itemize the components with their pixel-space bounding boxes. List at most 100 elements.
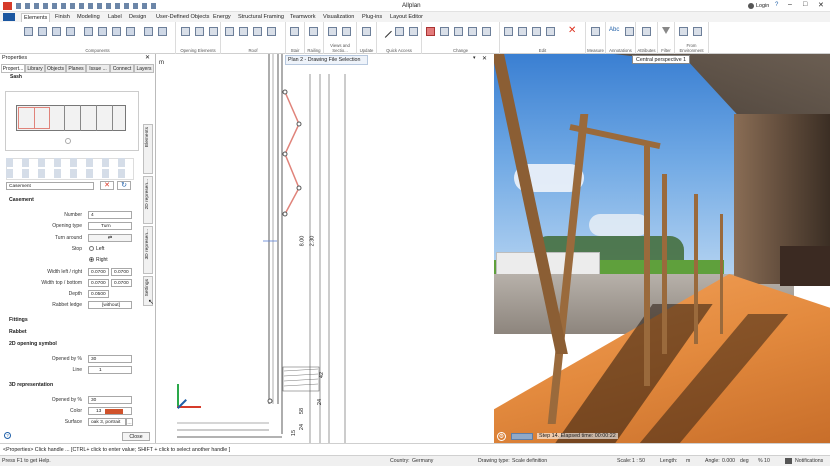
line-dropdown[interactable]: 1 [88,366,132,374]
width-left-field[interactable]: 0.0700 [88,268,109,276]
number-field[interactable]: 4 [88,211,132,219]
angle-value[interactable]: 0.000 [722,458,735,464]
maximize-button[interactable]: □ [803,1,807,8]
rabbet-section-header[interactable]: Rabbet [9,329,27,335]
vtab-2d-representation[interactable]: 2D represen... [143,176,153,224]
stretch-icon[interactable] [468,27,477,36]
tab-objects[interactable]: Objects [45,64,66,73]
pen-icon[interactable] [395,27,404,36]
opened-by-3d-field[interactable]: 30 [88,396,132,404]
login-link[interactable]: Login [756,3,769,9]
rotate-icon[interactable] [532,27,541,36]
fittings-section-header[interactable]: Fittings [9,317,28,323]
drawing-type-value[interactable]: Scale definition [512,458,547,464]
tab-modeling[interactable]: Modeling [75,13,102,22]
notifications-icon[interactable] [785,458,792,464]
line-icon[interactable] [379,25,392,38]
strip-foundation-icon[interactable] [158,27,167,36]
palette-close-icon[interactable]: ✕ [145,54,150,61]
pick-icon[interactable] [693,27,702,36]
tab-visualization[interactable]: Visualization [321,13,356,22]
tab-finish[interactable]: Finish [53,13,72,22]
help-button-icon[interactable]: ? [4,432,11,439]
stop-right-radio[interactable] [89,257,94,262]
delete-icon[interactable]: ✕ [568,26,577,36]
tab-issue[interactable]: Issue ... [86,64,110,73]
representation-3d-section-header[interactable]: 3D representation [9,382,53,388]
quick-access-toolbar[interactable] [16,3,156,9]
mirror-icon[interactable] [546,27,555,36]
surface-browse-button[interactable]: … [126,418,133,426]
color-dropdown[interactable]: 13 [88,407,132,415]
scale-value[interactable]: 1 : 50 [632,458,645,464]
minimize-button[interactable]: – [788,1,792,8]
recess-icon[interactable] [144,27,153,36]
door-smartpart-icon[interactable] [195,27,204,36]
turn-around-button[interactable]: ⇄ [88,234,132,242]
tab-layout-editor[interactable]: Layout Editor [388,13,425,22]
environment-icon[interactable] [679,27,688,36]
opening-2d-section-header[interactable]: 2D opening symbol [9,341,57,347]
stair-icon[interactable] [290,27,299,36]
tab-properties[interactable]: Propert... [1,64,25,73]
tab-design[interactable]: Design [127,13,148,22]
attributes-icon[interactable] [642,27,651,36]
tab-energy[interactable]: Energy [211,13,233,22]
stop-left-radio[interactable] [89,246,94,251]
roof-covering-icon[interactable] [239,27,248,36]
window-smartpart-icon[interactable] [181,27,190,36]
text-icon[interactable]: Abc [609,27,623,36]
sash-icon-row[interactable] [6,169,134,178]
tab-layers[interactable]: Layers [134,64,154,73]
tab-user-defined-objects[interactable]: User-Defined Objects [154,13,211,22]
opening-type-dropdown[interactable]: Turn [88,222,132,230]
wall-icon[interactable] [24,27,33,36]
roof-icon[interactable] [225,27,234,36]
delete-sash-button[interactable]: ✕ [100,181,114,190]
tab-planes[interactable]: Planes [66,64,86,73]
copy-icon[interactable] [518,27,527,36]
palette-close-button[interactable]: Close [122,432,150,441]
railing-icon[interactable] [309,27,318,36]
beam-icon[interactable] [66,27,75,36]
user-icon[interactable] [748,3,754,9]
vtab-elements[interactable]: Elements [143,124,153,174]
tab-library[interactable]: Library [25,64,45,73]
opening-icon[interactable] [112,27,121,36]
refresh-sash-button[interactable]: ↻ [117,181,131,190]
dormer-icon[interactable] [253,27,262,36]
percent-value[interactable]: % 10 [758,458,770,464]
sash-icon-row[interactable] [6,158,134,167]
modify-icon[interactable] [426,27,435,36]
tab-connect[interactable]: Connect [110,64,134,73]
trim-icon[interactable] [454,27,463,36]
length-value[interactable]: m [686,458,690,464]
match-icon[interactable] [482,27,491,36]
measure-icon[interactable] [591,27,600,36]
layer-icon[interactable] [409,27,418,36]
move-icon[interactable] [504,27,513,36]
door-icon[interactable] [84,27,93,36]
vtab-3d-representation[interactable]: 3D represen... [143,226,153,274]
tab-label[interactable]: Label [106,13,124,22]
drawing-viewport[interactable]: Plan 2 - Drawing File Selection ✕ ▾ m 8.… [157,54,494,443]
offset-icon[interactable] [440,27,449,36]
tab-structural-framing[interactable]: Structural Framing [236,13,286,22]
app-menu-button[interactable] [3,13,15,21]
filter-icon[interactable] [662,27,670,34]
roof-plane-icon[interactable] [267,27,276,36]
dimension-icon[interactable] [625,27,634,36]
sash-type-dropdown[interactable]: Casement [6,182,94,190]
notifications-label[interactable]: Notifications [795,458,823,464]
column-icon[interactable] [38,27,47,36]
width-right-field[interactable]: 0.0700 [111,268,132,276]
niche-icon[interactable] [126,27,135,36]
help-icon[interactable]: ? [775,2,778,8]
tab-teamwork[interactable]: Teamwork [288,13,318,22]
command-line[interactable]: <Properties> Click handle ... [CTRL+ cli… [0,443,830,455]
surface-field[interactable]: oak 3, portrait [88,418,126,426]
tab-elements[interactable]: Elements [21,13,51,22]
slab-icon[interactable] [52,27,61,36]
perspective-viewport[interactable]: Central perspective 1 ⚙ Step 14. Elapsed… [494,54,830,443]
width-bottom-field[interactable]: 0.0700 [111,279,132,287]
